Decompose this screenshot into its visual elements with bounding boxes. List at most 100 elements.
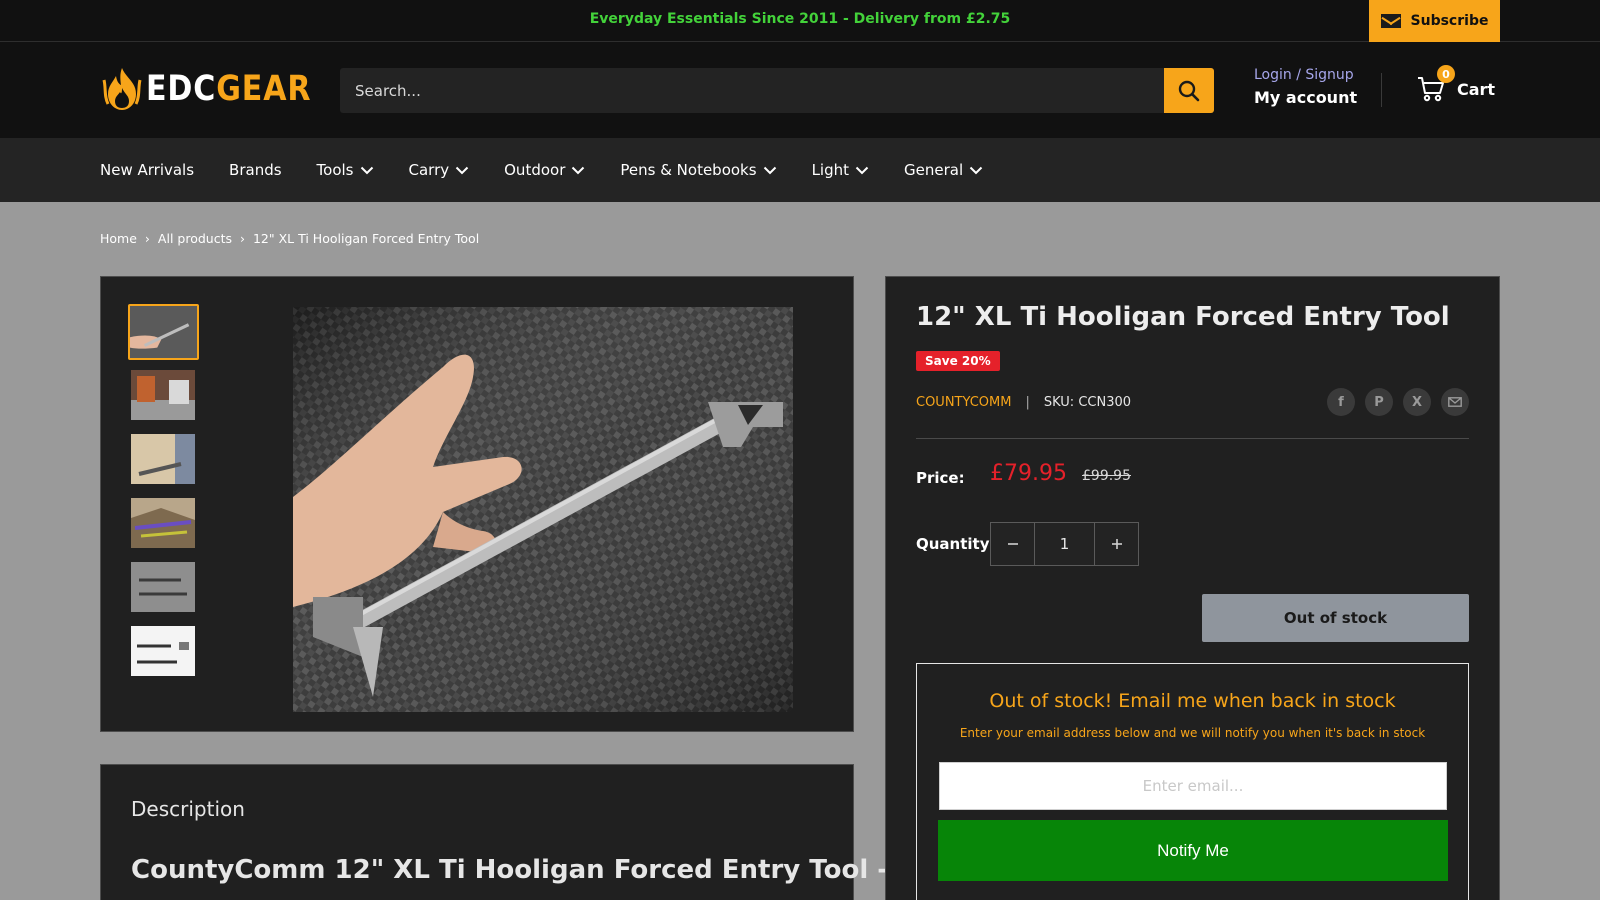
nav-item-label: Pens & Notebooks (620, 161, 757, 179)
share-buttons: f P X (1327, 388, 1469, 416)
notify-subtitle: Enter your email address below and we wi… (959, 726, 1426, 740)
nav-item-label: General (904, 161, 964, 179)
announcement-bar: Everyday Essentials Since 2011 - Deliver… (0, 0, 1600, 42)
nav-item-pens-notebooks[interactable]: Pens & Notebooks (620, 161, 776, 179)
cart-label: Cart (1457, 79, 1496, 99)
thumbnail-image (131, 626, 195, 676)
thumbnail-image (131, 498, 195, 548)
quantity-label: Quantity: (916, 535, 996, 553)
product-title: 12" XL Ti Hooligan Forced Entry Tool (916, 302, 1450, 332)
thumbnail-image (131, 370, 195, 420)
thumbnail-image (131, 434, 195, 484)
thumbnail-2[interactable] (131, 370, 195, 420)
breadcrumb-separator-icon: › (144, 231, 150, 246)
sale-price: £79.95 (990, 461, 1067, 486)
nav-item-label: Tools (316, 161, 354, 179)
chevron-down-icon (360, 166, 373, 174)
thumbnail-image (131, 562, 195, 612)
divider (916, 438, 1469, 439)
product-gallery (100, 276, 854, 732)
thumbnail-4[interactable] (131, 498, 195, 548)
site-logo[interactable]: EDCGEAR (100, 66, 338, 112)
product-info: 12" XL Ti Hooligan Forced Entry Tool Sav… (885, 276, 1500, 900)
out-of-stock-button[interactable]: Out of stock (1202, 594, 1469, 642)
compare-at-price: £99.95 (1082, 468, 1131, 484)
minus-icon (1007, 543, 1018, 545)
save-badge: Save 20% (916, 351, 1000, 371)
header-divider (1381, 73, 1382, 107)
email-icon[interactable] (1441, 388, 1469, 416)
subscribe-label: Subscribe (1410, 13, 1489, 29)
quantity-stepper (990, 522, 1139, 566)
my-account-link[interactable]: My account (1254, 88, 1357, 107)
logo-wordmark: EDCGEAR (146, 69, 312, 109)
breadcrumb-current: 12" XL Ti Hooligan Forced Entry Tool (252, 231, 480, 246)
thumbnail-5[interactable] (131, 562, 195, 612)
chevron-down-icon (855, 166, 869, 174)
back-in-stock-form: Out of stock! Email me when back in stoc… (916, 663, 1469, 900)
nav-list: New Arrivals Brands Tools Carry Outdoor … (100, 138, 1018, 202)
breadcrumb-all-products[interactable]: All products (158, 231, 232, 246)
chevron-down-icon (572, 166, 585, 174)
email-field[interactable] (939, 762, 1447, 810)
envelope-glyph (1448, 397, 1462, 407)
vendor-link[interactable]: COUNTYCOMM (916, 395, 1011, 410)
description-section: Description CountyComm 12" XL Ti Hooliga… (100, 764, 888, 900)
search-input[interactable] (340, 68, 1164, 113)
nav-item-label: Outdoor (504, 161, 566, 179)
thumbnail-1[interactable] (128, 304, 199, 360)
notify-title: Out of stock! Email me when back in stoc… (989, 690, 1396, 712)
thumbnail-3[interactable] (131, 434, 195, 484)
mail-icon (1380, 14, 1401, 28)
nav-item-carry[interactable]: Carry (409, 161, 470, 179)
breadcrumb: Home › All products › 12" XL Ti Hooligan… (100, 231, 479, 246)
nav-item-tools[interactable]: Tools (317, 161, 374, 179)
breadcrumb-home[interactable]: Home (100, 231, 137, 246)
announcement-text: Everyday Essentials Since 2011 - Deliver… (589, 11, 1011, 27)
facebook-icon[interactable]: f (1327, 388, 1355, 416)
search-bar (340, 68, 1214, 113)
cart-icon-wrap: 0 (1417, 65, 1455, 103)
login-signup-link[interactable]: Login / Signup (1254, 67, 1357, 83)
nav-item-label: Brands (229, 161, 282, 179)
sku-label: SKU: CCN300 (1043, 395, 1132, 410)
nav-item-label: Carry (408, 161, 450, 179)
flame-logo-icon (102, 68, 142, 110)
vendor-sku-row: COUNTYCOMM | SKU: CCN300 (916, 395, 1131, 410)
nav-item-brands[interactable]: Brands (229, 161, 282, 179)
main-navigation: New Arrivals Brands Tools Carry Outdoor … (0, 138, 1600, 202)
product-main-image[interactable] (293, 307, 793, 712)
quantity-decrease-button[interactable] (991, 523, 1034, 565)
x-twitter-icon[interactable]: X (1403, 388, 1431, 416)
chevron-down-icon (455, 166, 469, 174)
plus-icon (1111, 539, 1122, 549)
nav-item-label: New Arrivals (100, 161, 195, 179)
quantity-input[interactable] (1034, 523, 1095, 565)
description-title: Description (131, 797, 245, 821)
thumbnail-6[interactable] (131, 626, 195, 676)
price-label: Price: (916, 469, 965, 487)
vendor-separator: | (1025, 395, 1030, 410)
product-photo (293, 307, 793, 712)
nav-item-general[interactable]: General (904, 161, 983, 179)
cart-count-badge: 0 (1437, 65, 1455, 83)
notify-me-button[interactable]: Notify Me (938, 820, 1448, 881)
nav-item-outdoor[interactable]: Outdoor (504, 161, 585, 179)
nav-item-new-arrivals[interactable]: New Arrivals (100, 161, 194, 179)
account-links: Login / Signup My account (1254, 67, 1357, 107)
nav-item-label: Light (811, 161, 849, 179)
search-button[interactable] (1164, 68, 1214, 113)
description-heading: CountyComm 12" XL Ti Hooligan Forced Ent… (131, 855, 889, 885)
quantity-increase-button[interactable] (1095, 523, 1138, 565)
nav-item-light[interactable]: Light (812, 161, 869, 179)
thumbnail-list (128, 304, 199, 690)
chevron-down-icon (763, 166, 776, 174)
subscribe-button[interactable]: Subscribe (1369, 0, 1500, 42)
search-icon (1178, 80, 1200, 101)
pinterest-icon[interactable]: P (1365, 388, 1393, 416)
breadcrumb-separator-icon: › (239, 231, 245, 246)
chevron-down-icon (969, 166, 983, 174)
cart-link[interactable]: 0 Cart (1417, 65, 1496, 103)
site-header: EDCGEAR Login / Signup My account 0 Cart (0, 42, 1600, 138)
thumbnail-image (130, 306, 197, 358)
